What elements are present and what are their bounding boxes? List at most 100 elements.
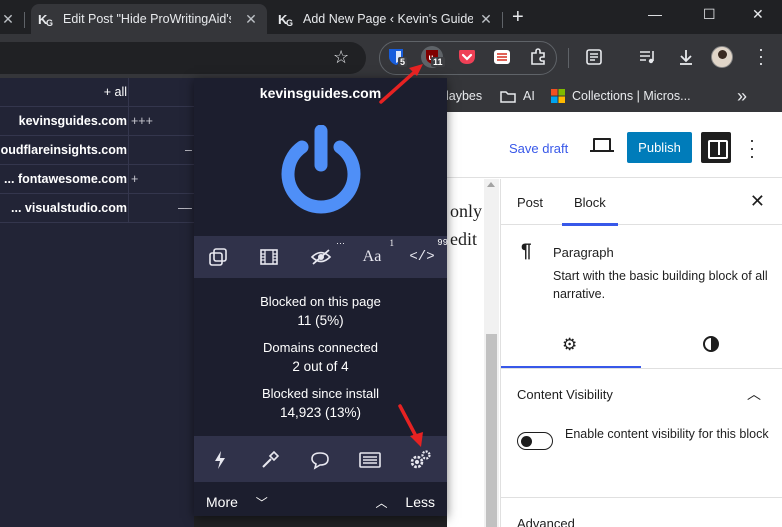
bookmark-item[interactable]: laybes — [446, 89, 482, 103]
advanced-section-title[interactable]: Advanced — [517, 516, 575, 527]
list-item[interactable]: oudflareinsights.com – — [0, 136, 194, 165]
stat-value: 2 out of 4 — [292, 359, 349, 374]
bookmark-item[interactable]: Collections | Micros... — [551, 89, 691, 103]
column-divider — [128, 78, 129, 107]
list-item[interactable]: ... fontawesome.com + — [0, 165, 194, 194]
comment-icon[interactable] — [308, 448, 332, 472]
address-bar[interactable] — [0, 42, 366, 74]
content-visibility-toggle[interactable] — [517, 432, 553, 450]
annotation-arrow-icon — [379, 64, 423, 104]
bookmark-label: Collections | Micros... — [572, 89, 691, 103]
logger-icon[interactable] — [358, 448, 382, 472]
domain-mark: – — [185, 143, 192, 157]
bookmark-item[interactable]: AI — [500, 89, 535, 103]
settings-sidebar-toggle-icon[interactable] — [701, 132, 731, 163]
puzzle-icon[interactable] — [528, 47, 548, 67]
scroll-up-arrow-icon[interactable] — [487, 182, 495, 187]
list-item[interactable]: kevinsguides.com +++ — [0, 107, 194, 136]
kg-favicon-icon: KG — [38, 11, 54, 27]
font-icon-glyph: Aa — [362, 248, 382, 265]
editor-header: Save draft Publish · · · — [447, 112, 782, 178]
popup-toolbar: ··· Aa 1 </> 99 — [194, 236, 448, 278]
media-control-icon[interactable] — [638, 48, 658, 71]
font-icon[interactable]: Aa 1 — [358, 238, 394, 270]
maximize-button[interactable]: ☐ — [703, 6, 716, 23]
close-icon[interactable]: ✕ — [243, 11, 259, 27]
tab-separator — [502, 12, 503, 28]
tool-count: 1 — [389, 238, 395, 248]
power-icon[interactable] — [276, 125, 366, 215]
block-description: Start with the basic building block of a… — [553, 269, 768, 301]
toolbar-divider — [568, 48, 569, 68]
tab-separator — [24, 12, 25, 28]
domain-mark: + — [131, 172, 139, 186]
blocked-domains-panel: + all kevinsguides.com +++ oudflareinsig… — [0, 78, 194, 527]
domain-name: ... visualstudio.com — [11, 201, 127, 215]
paragraph-icon: ¶ — [521, 241, 532, 262]
media-icon[interactable] — [255, 244, 283, 270]
chevron-down-icon: ﹀ — [255, 496, 268, 510]
chevron-up-icon[interactable]: ︿ — [747, 384, 761, 404]
more-button[interactable]: More ﹀ — [206, 494, 268, 511]
domain-mark: +++ — [131, 114, 153, 128]
options-menu-icon[interactable]: · · · — [749, 131, 755, 165]
bookmark-label: AI — [523, 89, 535, 103]
stat-value: 11 (5%) — [297, 313, 344, 328]
all-toggle[interactable]: + all — [104, 85, 127, 99]
tab-edit-post[interactable]: KG Edit Post "Hide ProWritingAid's ✕ — [31, 4, 267, 34]
eyedropper-icon[interactable] — [258, 448, 282, 472]
lightning-icon[interactable] — [208, 448, 232, 472]
domain-mark: –– — [178, 201, 192, 215]
active-subtab-indicator — [501, 366, 641, 368]
toggle-label: Enable content visibility for this block — [565, 427, 769, 441]
less-button[interactable]: ︿ Less — [376, 494, 435, 511]
column-divider — [128, 165, 129, 194]
sidebar-tabs: Post Block ✕ — [501, 179, 782, 226]
column-divider — [128, 194, 129, 223]
cosmetic-filter-icon[interactable]: ··· — [307, 238, 345, 270]
chevron-up-icon: ︿ — [375, 496, 388, 510]
close-icon[interactable]: ✕ — [750, 191, 765, 212]
preview-icon[interactable] — [590, 138, 614, 152]
bookmark-star-icon[interactable]: ☆ — [333, 47, 349, 68]
reading-list-icon[interactable] — [585, 48, 603, 71]
kg-favicon-icon: KG — [278, 11, 294, 27]
minimize-button[interactable]: — — [648, 6, 662, 22]
block-title: Paragraph — [553, 245, 614, 260]
svg-text:G: G — [286, 18, 293, 27]
tab-add-new-page[interactable]: KG Add New Page ‹ Kevin's Guides ✕ — [268, 4, 503, 34]
content-visibility-title[interactable]: Content Visibility — [517, 387, 613, 402]
tab-title: Add New Page ‹ Kevin's Guides — [303, 12, 473, 26]
pocket-icon[interactable] — [457, 47, 477, 67]
script-icon[interactable]: </> 99 — [408, 238, 448, 270]
browser-menu-icon[interactable]: · · · — [758, 40, 764, 72]
save-draft-button[interactable]: Save draft — [509, 141, 568, 156]
list-item[interactable]: ... visualstudio.com –– — [0, 194, 194, 223]
download-icon[interactable] — [677, 48, 695, 71]
domain-name: oudflareinsights.com — [0, 143, 127, 157]
todoist-icon[interactable] — [492, 47, 512, 67]
settings-sidebar: Post Block ✕ ¶ Paragraph Start with the … — [500, 179, 782, 527]
close-icon[interactable]: ✕ — [478, 11, 494, 27]
stat-label: Blocked since install — [261, 386, 380, 401]
close-window-button[interactable]: ✕ — [752, 6, 764, 23]
new-tab-button[interactable]: + — [512, 7, 524, 27]
tab-post[interactable]: Post — [517, 195, 543, 210]
styles-icon[interactable] — [703, 336, 719, 352]
element-zapper-icon[interactable] — [204, 244, 232, 270]
close-icon[interactable]: ✕ — [0, 11, 16, 27]
domain-name: kevinsguides.com — [18, 114, 127, 128]
annotation-arrow-icon — [398, 404, 423, 447]
folder-icon — [500, 90, 516, 103]
block-subtabs: ⚙ — [501, 319, 782, 369]
tab-partial[interactable]: ✕ — [0, 4, 25, 34]
script-icon-glyph: </> — [409, 249, 435, 265]
tab-block[interactable]: Block — [562, 195, 618, 226]
bookmarks-overflow-icon[interactable]: » — [737, 86, 747, 107]
domain-name: ... fontawesome.com — [4, 172, 127, 186]
publish-button[interactable]: Publish — [627, 132, 692, 163]
gear-icon[interactable]: ⚙ — [562, 335, 577, 355]
scrollbar-thumb[interactable] — [486, 334, 497, 527]
avatar[interactable] — [711, 46, 733, 68]
divider — [501, 497, 782, 498]
